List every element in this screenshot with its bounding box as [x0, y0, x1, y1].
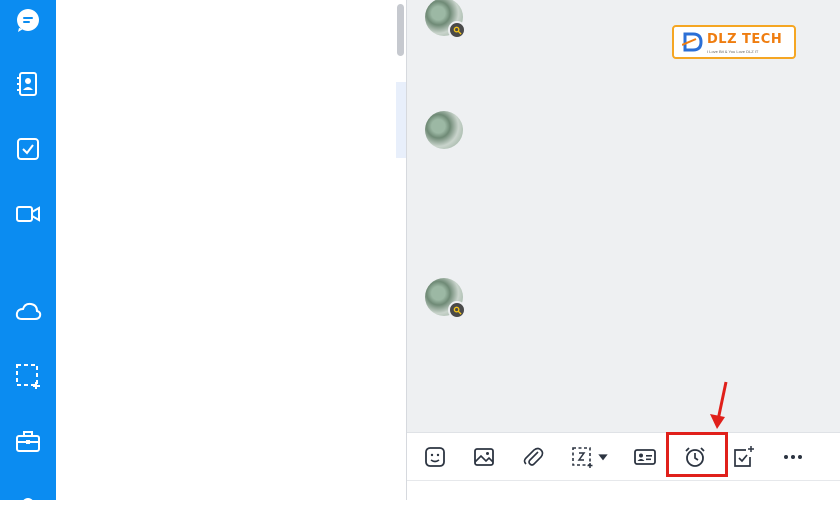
- sidebar-item-messages[interactable]: [8, 0, 48, 40]
- sidebar-item-screenshot[interactable]: [8, 356, 48, 396]
- sticker-button[interactable]: [419, 441, 451, 473]
- contact-card-button[interactable]: [629, 441, 661, 473]
- avatar[interactable]: [425, 0, 466, 39]
- chat-area: DLZ TECH I Love Bit & You Love DLZ IT: [407, 0, 840, 432]
- message-input-area[interactable]: [407, 480, 840, 500]
- sidebar-item-todo[interactable]: [8, 129, 48, 169]
- watermark-logo: DLZ TECH I Love Bit & You Love DLZ IT: [672, 25, 796, 59]
- watermark-brand: DLZ TECH: [707, 32, 783, 47]
- contact-card-icon: [634, 449, 656, 465]
- avatar[interactable]: [425, 278, 466, 319]
- image-button[interactable]: [468, 441, 500, 473]
- sidebar-item-contacts[interactable]: [8, 64, 48, 104]
- attachment-icon: [523, 447, 544, 466]
- sidebar-item-cloud[interactable]: [8, 292, 48, 332]
- image-icon: [474, 448, 494, 466]
- more-options-button[interactable]: [777, 441, 809, 473]
- key-badge-icon: [448, 301, 466, 319]
- screenshot-options-dropdown[interactable]: [593, 441, 613, 473]
- briefcase-icon: [16, 431, 40, 452]
- sidebar: [0, 0, 56, 510]
- contacts-icon: [17, 72, 37, 96]
- attachment-button[interactable]: [517, 441, 549, 473]
- selected-item-highlight: [396, 82, 406, 158]
- key-badge-icon: [448, 21, 466, 39]
- screenshot-icon: [572, 447, 593, 468]
- sidebar-item-business[interactable]: [8, 421, 48, 461]
- chat-icon: [17, 9, 39, 32]
- reminder-highlight-box: [666, 432, 728, 477]
- annotation-arrow-icon: [710, 381, 728, 429]
- more-icon: [784, 455, 802, 459]
- chat-toolbar: [407, 432, 840, 480]
- list-scrollbar[interactable]: [397, 4, 404, 56]
- cloud-icon: [15, 302, 42, 320]
- assign-task-button[interactable]: [727, 441, 759, 473]
- screenshot-icon: [16, 364, 40, 389]
- dlz-logo-icon: [682, 32, 703, 52]
- watermark-tagline: I Love Bit & You Love DLZ IT: [707, 49, 759, 54]
- sidebar-item-settings[interactable]: [8, 484, 48, 524]
- video-call-icon: [16, 206, 40, 222]
- todo-icon: [17, 138, 39, 160]
- sidebar-item-video[interactable]: [8, 194, 48, 234]
- task-assign-icon: [734, 446, 754, 467]
- sticker-icon: [425, 447, 445, 467]
- conversation-list: [56, 0, 406, 500]
- dropdown-caret-icon: [598, 454, 608, 461]
- avatar[interactable]: [425, 111, 463, 149]
- gear-icon: [22, 498, 34, 510]
